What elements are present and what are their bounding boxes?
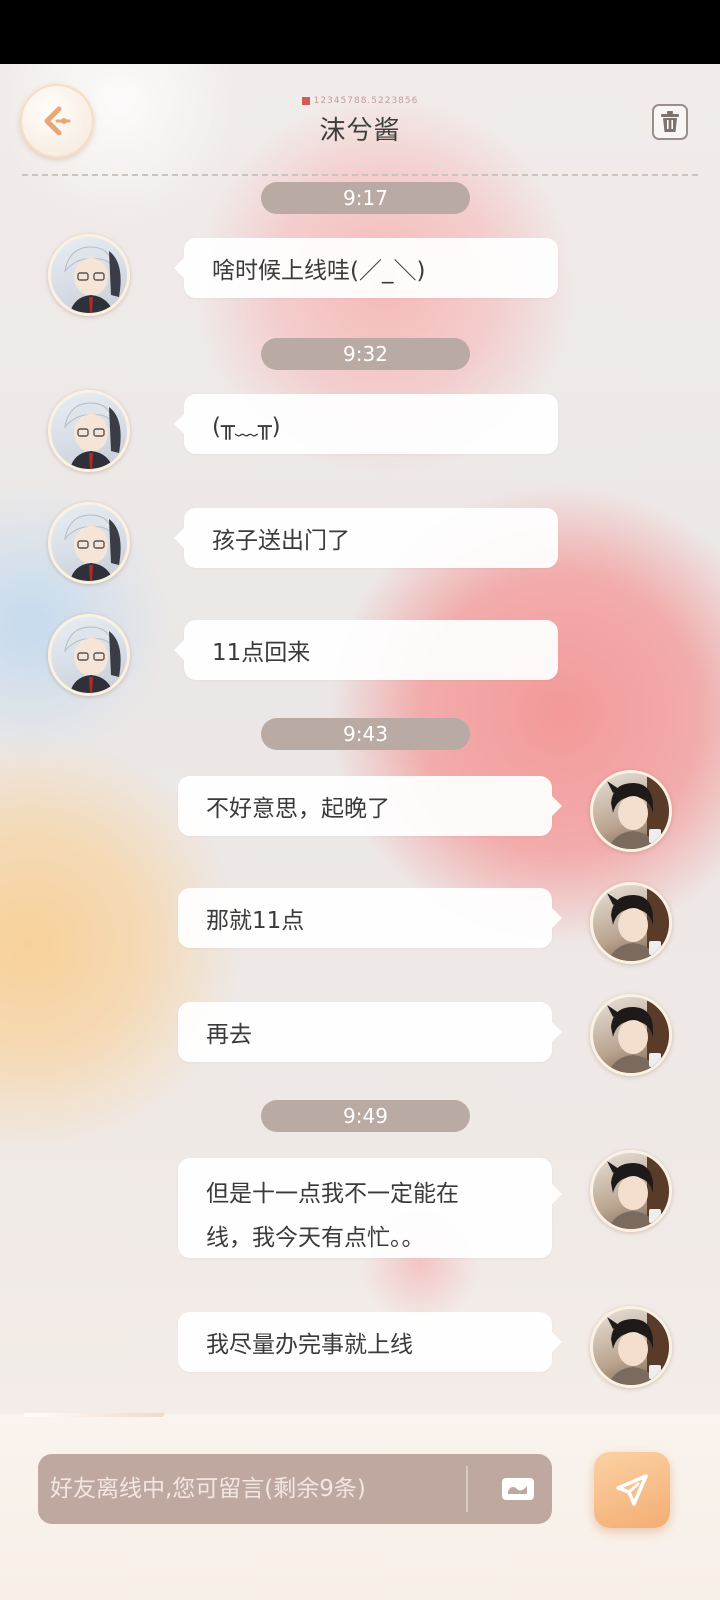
message-text: 啥时候上线哇(／_＼) <box>212 258 426 284</box>
message-bubble: 再去 <box>178 1002 562 1062</box>
decorative-line <box>22 1413 166 1417</box>
my-avatar-icon <box>607 997 669 1073</box>
timestamp: 9:32 <box>261 338 470 370</box>
input-separator <box>466 1466 468 1512</box>
message-bubble: 那就11点 <box>178 888 562 948</box>
my-avatar[interactable] <box>590 1150 672 1232</box>
user-id: 12345788.5223856 <box>0 96 720 108</box>
page-title: 沫兮酱 <box>319 116 401 146</box>
message-bubble: 孩子送出门了 <box>174 508 558 568</box>
message-bubble: 不好意思，起晚了 <box>178 776 562 836</box>
message-bubble: 11点回来 <box>174 620 558 680</box>
message-text-line: 线，我今天有点忙。。 <box>206 1225 425 1251</box>
friend-avatar[interactable] <box>48 614 130 696</box>
message-bubble: 我尽量办完事就上线 <box>178 1312 562 1372</box>
message-bubble: (╥﹏╥) <box>174 394 558 454</box>
trash-icon <box>661 111 679 132</box>
status-bar <box>0 0 720 64</box>
message-text: 再去 <box>206 1022 252 1048</box>
message-text: 不好意思，起晚了 <box>206 796 390 822</box>
message-text: 11点回来 <box>212 640 311 666</box>
my-avatar-icon <box>607 1309 669 1385</box>
delete-chat-button[interactable] <box>652 104 688 140</box>
friend-avatar[interactable] <box>48 234 130 316</box>
message-text: 孩子送出门了 <box>212 528 350 554</box>
my-avatar-icon <box>607 885 669 961</box>
my-avatar[interactable] <box>590 1306 672 1388</box>
my-avatar[interactable] <box>590 770 672 852</box>
my-avatar[interactable] <box>590 994 672 1076</box>
timestamp: 9:49 <box>261 1100 470 1132</box>
send-icon <box>616 1474 648 1506</box>
message-text: 但是十一点我不一定能在 线，我今天有点忙。。 <box>206 1172 459 1260</box>
uid-badge-icon <box>301 96 310 105</box>
message-text: (╥﹏╥) <box>212 414 281 440</box>
timestamp: 9:17 <box>261 182 470 214</box>
my-avatar[interactable] <box>590 882 672 964</box>
message-text: 我尽量办完事就上线 <box>206 1332 413 1358</box>
my-avatar-icon <box>607 1153 669 1229</box>
my-avatar-icon <box>607 773 669 849</box>
chat-screen: 12345788.5223856 沫兮酱 9:17 9:32 9:43 9:49… <box>0 64 720 1600</box>
friend-avatar-icon <box>64 402 121 469</box>
timestamp: 9:43 <box>261 718 470 750</box>
message-bubble: 啥时候上线哇(／_＼) <box>174 238 558 298</box>
friend-avatar[interactable] <box>48 502 130 584</box>
header: 12345788.5223856 沫兮酱 <box>0 96 720 147</box>
friend-avatar-icon <box>64 514 121 581</box>
send-button[interactable] <box>594 1452 670 1528</box>
header-divider <box>22 174 698 176</box>
message-text: 那就11点 <box>206 908 305 934</box>
card-icon <box>502 1478 534 1500</box>
message-bubble: 但是十一点我不一定能在 线，我今天有点忙。。 <box>178 1158 562 1260</box>
message-input[interactable] <box>38 1454 458 1524</box>
card-button[interactable] <box>488 1464 548 1514</box>
uid-text: 12345788.5223856 <box>313 96 419 106</box>
message-text-line: 但是十一点我不一定能在 <box>206 1181 459 1207</box>
friend-avatar-icon <box>64 626 121 693</box>
message-input-container <box>38 1454 552 1524</box>
friend-avatar-icon <box>64 246 121 313</box>
friend-avatar[interactable] <box>48 390 130 472</box>
